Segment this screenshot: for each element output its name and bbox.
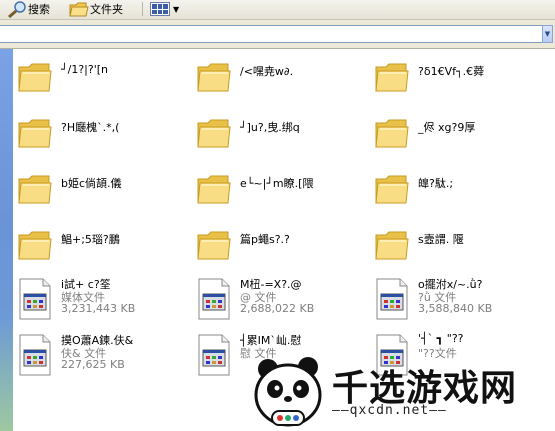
folder-item[interactable]: b姫c倘頡.儀 (13, 165, 183, 215)
address-input[interactable] (0, 25, 543, 43)
folder-name: ?δ1€Vf┐.€蕣 (418, 65, 485, 78)
folder-icon (17, 227, 53, 263)
folder-item[interactable]: 篇p蠅s?.? (192, 221, 362, 271)
folder-name: s壼謂. 隁 (418, 233, 464, 246)
folder-icon (374, 227, 410, 263)
folder-name: b姫c倘頡.儀 (61, 177, 122, 190)
file-size: 2,688,022 KB (240, 302, 315, 315)
folder-item[interactable]: ┘]u?,曳.绑q (192, 109, 362, 159)
folder-name: ┘]u?,曳.绑q (240, 121, 300, 134)
folder-item[interactable]: e└~|┘m瞭.[隈 (192, 165, 362, 215)
folder-item[interactable]: 皥?駄.; (370, 165, 540, 215)
media-file-icon (374, 278, 410, 320)
folder-name: ┘/1?|?'[n (61, 63, 108, 76)
panda-logo-icon (254, 357, 322, 427)
chevron-down-icon[interactable]: ▼ (173, 5, 179, 14)
toolbar-separator (142, 2, 143, 16)
folder-icon (68, 0, 90, 18)
search-button[interactable]: 搜索 (6, 0, 50, 19)
folder-icon (17, 115, 53, 151)
folder-item[interactable]: ┘/1?|?'[n (13, 53, 183, 103)
folder-icon (17, 171, 53, 207)
folders-button[interactable]: 文件夹 (68, 0, 123, 18)
folder-name: 皥?駄.; (418, 177, 454, 190)
folder-item[interactable]: ?H廰槐`.*,( (13, 109, 183, 159)
views-grid-icon (150, 2, 170, 16)
media-file-icon (17, 334, 53, 376)
file-size: 3,231,443 KB (61, 302, 136, 315)
folder-name: 篇p蠅s?.? (240, 233, 290, 246)
folder-item[interactable]: _侭 xg?9厚 (370, 109, 540, 159)
file-item[interactable]: o擺泭x/~.ǜ? ?ǜ 文件 3,588,840 KB (370, 274, 540, 324)
file-item[interactable]: i試+ c?筌 媒体文件 3,231,443 KB (13, 274, 183, 324)
folder-item[interactable]: ?δ1€Vf┐.€蕣 (370, 53, 540, 103)
watermark: 千选游戏网 ——qxcdn.net—— (250, 355, 555, 431)
folder-item[interactable]: 鯧+;5瑙?鵬 (13, 221, 183, 271)
toolbar: 搜索 文件夹 ▼ (0, 0, 555, 20)
address-dropdown-icon[interactable]: ▼ (542, 25, 553, 43)
folder-icon (374, 59, 410, 95)
folder-icon (196, 115, 232, 151)
media-file-icon (196, 278, 232, 320)
file-name: '┤` ┓ "?? (418, 332, 464, 345)
folder-item[interactable]: s壼謂. 隁 (370, 221, 540, 271)
folder-icon (374, 115, 410, 151)
media-file-icon (17, 278, 53, 320)
magnifier-icon (6, 0, 28, 19)
folder-name: e└~|┘m瞭.[隈 (240, 177, 314, 190)
folder-icon (374, 171, 410, 207)
file-item[interactable]: M杻-=X?.@ @ 文件 2,688,022 KB (192, 274, 362, 324)
folder-icon (17, 59, 53, 95)
folder-name: _侭 xg?9厚 (418, 121, 476, 134)
search-label: 搜索 (28, 3, 50, 16)
watermark-url: ——qxcdn.net—— (332, 403, 447, 418)
folders-label: 文件夹 (90, 3, 123, 16)
address-bar: ▼ (0, 20, 555, 49)
file-size: 3,588,840 KB (418, 302, 493, 315)
folder-name: ?H廰槐`.*,( (61, 121, 120, 134)
folder-icon (196, 227, 232, 263)
views-button[interactable]: ▼ (150, 0, 179, 18)
media-file-icon (196, 334, 232, 376)
file-size: 227,625 KB (61, 358, 125, 371)
file-item[interactable]: 摸O蕭A鍊.伕& 伕& 文件 227,625 KB (13, 330, 183, 380)
folder-name: /<嘿尭w∂. (240, 65, 294, 78)
folder-icon (196, 171, 232, 207)
folder-icon (196, 59, 232, 95)
folder-item[interactable]: /<嘿尭w∂. (192, 53, 362, 103)
task-pane-strip (0, 49, 13, 431)
folder-name: 鯧+;5瑙?鵬 (61, 233, 120, 246)
